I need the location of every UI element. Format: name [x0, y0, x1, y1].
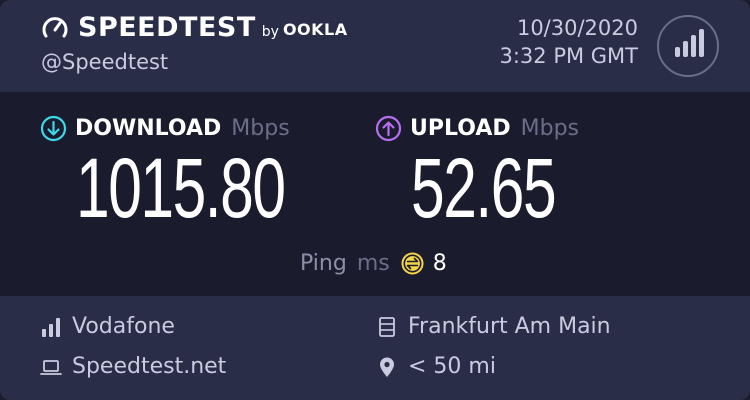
host-info[interactable]: Speedtest.net: [40, 354, 226, 379]
host-name: Speedtest.net: [72, 354, 227, 379]
upload-arrow-icon: [375, 115, 402, 142]
test-time: 3:32 PM GMT: [499, 44, 638, 68]
download-heading: DOWNLOAD Mbps: [40, 115, 290, 142]
results-bar-icon: [675, 47, 680, 57]
results-bar-icon: [683, 41, 688, 57]
account-handle: @Speedtest: [41, 50, 169, 74]
results-history-button[interactable]: [657, 15, 719, 77]
upload-heading: UPLOAD Mbps: [375, 115, 579, 142]
header: SPEEDTEST by OOKLA @Speedtest 10/30/2020…: [0, 0, 750, 92]
brand-name: SPEEDTEST: [78, 12, 256, 43]
upload-unit: Mbps: [520, 116, 579, 141]
ping-icon: [401, 252, 424, 275]
speedtest-logo[interactable]: SPEEDTEST by OOKLA: [40, 12, 348, 43]
download-speed-value: 1015.80: [76, 141, 286, 235]
isp-name: Vodafone: [72, 314, 175, 339]
server-location: Frankfurt Am Main: [408, 314, 611, 339]
results-bar-icon: [691, 35, 696, 57]
server-icon: [379, 316, 395, 337]
download-arrow-icon: [40, 115, 67, 142]
ping-unit: ms: [356, 251, 390, 276]
distance-info: < 50 mi: [376, 354, 496, 379]
server-info[interactable]: Frankfurt Am Main: [376, 314, 611, 339]
download-label: DOWNLOAD: [75, 116, 222, 141]
ping-label: Ping: [300, 251, 347, 276]
ping-value: 8: [432, 251, 447, 276]
connection-info: Vodafone Speedtest.net Frankfurt Am Main…: [0, 296, 750, 400]
signal-bars-icon: [42, 317, 60, 337]
location-pin-icon: [380, 357, 394, 377]
isp-info[interactable]: Vodafone: [40, 314, 175, 339]
company-name: OOKLA: [282, 20, 348, 39]
test-datetime: 10/30/2020 3:32 PM GMT: [499, 14, 638, 70]
speedtest-result-card: SPEEDTEST by OOKLA @Speedtest 10/30/2020…: [0, 0, 750, 400]
gauge-icon: [42, 16, 68, 37]
by-text: by: [261, 23, 279, 40]
laptop-icon: [40, 359, 62, 375]
test-date: 10/30/2020: [516, 16, 638, 40]
download-unit: Mbps: [231, 116, 290, 141]
upload-speed-value: 52.65: [411, 141, 557, 235]
server-distance: < 50 mi: [408, 354, 496, 379]
results-bar-icon: [699, 29, 704, 57]
ping-row: Ping ms 8: [300, 251, 447, 276]
upload-label: UPLOAD: [410, 116, 511, 141]
